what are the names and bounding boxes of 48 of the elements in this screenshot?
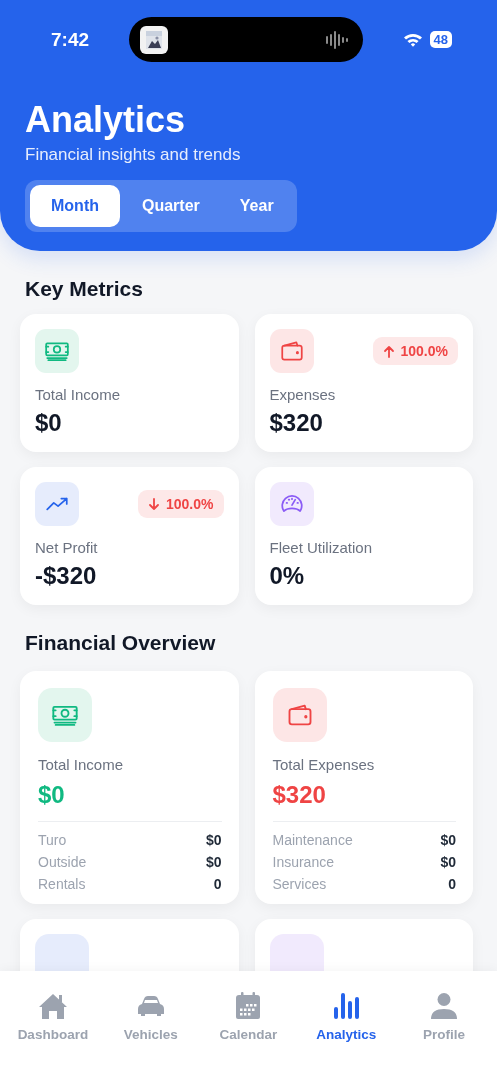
page-subtitle: Financial insights and trends <box>25 144 242 166</box>
period-tab[interactable]: Month <box>30 185 120 227</box>
overview-label: Total Income <box>38 756 125 773</box>
section-title: Financial Overview <box>25 631 217 655</box>
metric-label: Net Profit <box>35 539 99 556</box>
overview-value: $0 <box>38 781 66 809</box>
breakdown-value: $0 <box>205 854 222 870</box>
overview-label: Total Expenses <box>272 756 376 773</box>
breakdown-value: 0 <box>448 876 456 892</box>
page-title: Analytics <box>25 98 187 142</box>
breakdown-label: Services <box>272 876 327 892</box>
breakdown-label: Turo <box>38 832 67 848</box>
breakdown-value: 0 <box>213 876 222 892</box>
metric-value: -$320 <box>35 562 98 590</box>
metric-value: 0% <box>269 562 306 590</box>
tab-item[interactable]: Calendar <box>203 991 294 1042</box>
wifi-icon <box>402 32 423 47</box>
up-arrow-icon <box>382 344 395 358</box>
person-icon <box>429 991 460 1021</box>
period-tab[interactable]: Quarter <box>124 185 218 227</box>
metric-label: Expenses <box>269 386 337 403</box>
status-time: 7:42 <box>50 28 91 51</box>
overview-value: $320 <box>272 781 327 809</box>
waveform-icon <box>325 29 351 50</box>
breakdown-value: $0 <box>440 832 456 848</box>
tab-item[interactable]: Vehicles <box>105 991 196 1042</box>
change-text: 100.0% <box>166 496 214 512</box>
tab-item[interactable]: Analytics <box>301 991 392 1042</box>
metric-label: Total Income <box>35 386 122 403</box>
down-arrow-icon <box>148 497 160 511</box>
wallet-icon <box>278 338 305 364</box>
section-title: Key Metrics <box>25 277 144 301</box>
breakdown-value: $0 <box>440 854 456 870</box>
breakdown-label: Outside <box>38 854 87 870</box>
breakdown-label: Maintenance <box>272 832 353 848</box>
battery-indicator: 48 <box>429 31 452 48</box>
breakdown-label: Insurance <box>272 854 334 870</box>
breakdown-value: $0 <box>205 832 222 848</box>
house-icon <box>37 991 68 1021</box>
bar-chart-icon <box>331 991 362 1021</box>
metric-label: Fleet Utilization <box>269 539 374 556</box>
metric-value: $320 <box>269 409 324 437</box>
breakdown-label: Rentals <box>38 876 86 892</box>
metric-value: $0 <box>35 409 63 437</box>
change-text: 100.0% <box>400 343 448 359</box>
tab-item[interactable]: Dashboard <box>7 991 98 1042</box>
tab-item[interactable]: Profile <box>399 991 490 1042</box>
period-tab[interactable]: Year <box>221 185 292 227</box>
